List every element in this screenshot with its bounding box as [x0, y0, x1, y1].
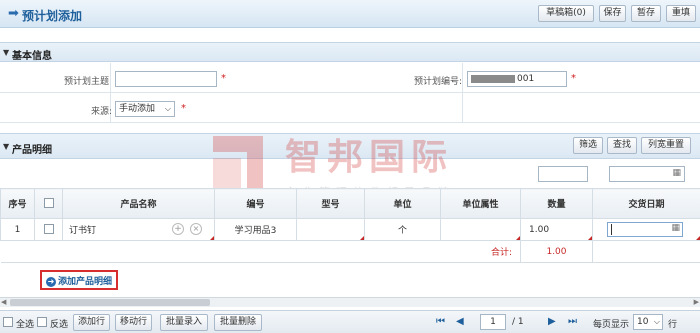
- chevron-down-icon: ⌵: [164, 104, 171, 113]
- arrow-right-icon: ➡: [8, 6, 19, 21]
- chevron-down-icon: ⌵: [653, 317, 660, 326]
- page-total: / 1: [512, 317, 524, 327]
- table-header-row: 序号 产品名称 编号 型号 单位 单位属性 数量 交货日期: [0, 188, 700, 219]
- first-page-icon[interactable]: ⏮: [436, 316, 445, 327]
- drafts-button[interactable]: 草稿箱(0): [538, 5, 594, 22]
- date-filter-input[interactable]: ▦: [609, 166, 685, 182]
- row-date-input[interactable]: ▦: [607, 222, 683, 237]
- col-model[interactable]: 型号: [296, 188, 365, 219]
- calendar-icon[interactable]: ▦: [671, 223, 680, 233]
- required-corner-mark: [360, 236, 364, 240]
- temp-save-button[interactable]: 暂存: [631, 5, 661, 22]
- batch-delete-button[interactable]: 批量删除: [214, 314, 262, 331]
- scroll-right-icon[interactable]: ▶: [694, 298, 699, 306]
- add-row-button[interactable]: 添加行: [73, 314, 110, 331]
- scroll-left-icon[interactable]: ◀: [1, 298, 6, 306]
- form-row-source: 来源: 手动添加 ⌵ *: [0, 93, 700, 123]
- row-date-cell[interactable]: ▦: [592, 218, 700, 241]
- add-product-detail-button[interactable]: ➜ 添加产品明细: [40, 270, 119, 290]
- title-bar: ➡ 预计划添加 草稿箱(0) 保存 暂存 重填: [0, 0, 700, 28]
- redacted-block: [471, 74, 515, 83]
- reset-column-width-button[interactable]: 列宽重置: [641, 137, 691, 154]
- row-checkbox-cell[interactable]: [34, 218, 63, 241]
- select-all-footer-checkbox[interactable]: [3, 317, 13, 327]
- number-value: 001: [517, 74, 535, 84]
- find-button[interactable]: 查找: [607, 137, 637, 154]
- collapse-triangle-icon: ▼: [3, 48, 10, 57]
- text-cursor: [611, 224, 612, 235]
- save-button[interactable]: 保存: [599, 5, 626, 22]
- table-row: 1 订书钉 + × 学习用品3 个 1.00 ▦: [0, 218, 700, 241]
- number-input[interactable]: 001: [467, 71, 567, 87]
- invert-label[interactable]: 反选: [50, 317, 68, 330]
- prev-page-icon[interactable]: ◀: [456, 316, 464, 327]
- row-index: 1: [0, 218, 35, 241]
- invert-checkbox[interactable]: [37, 317, 47, 327]
- last-page-icon[interactable]: ⏭: [568, 316, 577, 327]
- add-circle-icon[interactable]: +: [172, 223, 184, 235]
- source-label: 来源:: [90, 107, 112, 117]
- col-unit[interactable]: 单位: [364, 188, 441, 219]
- total-empty-cell: [592, 240, 700, 263]
- row-product-name: 订书钉: [69, 226, 97, 236]
- per-page-label: 每页显示: [593, 320, 630, 330]
- required-corner-mark: [588, 236, 592, 240]
- product-detail-title: 产品明细: [12, 145, 52, 156]
- filter-button[interactable]: 筛选: [573, 137, 603, 154]
- row-unit[interactable]: 个: [364, 218, 441, 241]
- collapse-triangle-icon: ▼: [3, 142, 10, 151]
- per-page-select[interactable]: 10 ⌵: [633, 314, 663, 330]
- add-product-detail-label: 添加产品明细: [58, 277, 113, 287]
- row-unit-attr[interactable]: [440, 218, 521, 241]
- page-title: 预计划添加: [22, 9, 83, 23]
- table-total-row: 合计: 1.00: [0, 240, 700, 263]
- row-quantity-cell[interactable]: 1.00: [520, 218, 593, 241]
- col-code[interactable]: 编号: [214, 188, 297, 219]
- basic-info-title: 基本信息: [12, 51, 52, 62]
- calendar-icon: ▦: [672, 168, 681, 178]
- col-checkbox[interactable]: [34, 188, 63, 219]
- number-label: 预计划编号:: [413, 77, 462, 87]
- required-marker: *: [571, 73, 576, 84]
- col-index[interactable]: 序号: [0, 188, 35, 219]
- product-table: 序号 产品名称 编号 型号 单位 单位属性 数量 交货日期 1 订书钉 + × …: [0, 188, 700, 263]
- total-label: 合计:: [0, 240, 521, 263]
- required-corner-mark: [210, 236, 214, 240]
- per-page-value: 10: [637, 317, 649, 327]
- quantity-filter-input[interactable]: [538, 166, 588, 182]
- required-marker: *: [221, 73, 226, 84]
- remove-circle-icon[interactable]: ×: [190, 223, 202, 235]
- total-value: 1.00: [520, 240, 593, 263]
- subject-label: 预计划主题:: [63, 77, 112, 87]
- required-marker: *: [181, 103, 186, 114]
- col-unit-attr[interactable]: 单位属性: [440, 188, 521, 219]
- row-quantity: 1.00: [529, 224, 550, 235]
- batch-entry-button[interactable]: 批量录入: [160, 314, 208, 331]
- scrollbar-thumb[interactable]: [10, 299, 210, 306]
- page-number-input[interactable]: 1: [480, 314, 506, 330]
- reset-button[interactable]: 重填: [666, 5, 696, 22]
- next-page-icon[interactable]: ▶: [548, 316, 556, 327]
- source-value: 手动添加: [119, 104, 156, 114]
- arrow-circle-icon: ➜: [46, 277, 56, 287]
- col-quantity[interactable]: 数量: [520, 188, 593, 219]
- required-corner-mark: [516, 236, 520, 240]
- select-all-checkbox[interactable]: [43, 198, 54, 209]
- move-row-button[interactable]: 移动行: [115, 314, 152, 331]
- row-product-name-cell[interactable]: 订书钉 + ×: [62, 218, 215, 241]
- row-code: 学习用品3: [214, 218, 297, 241]
- select-all-label[interactable]: 全选: [16, 317, 34, 330]
- horizontal-scrollbar[interactable]: ◀ ▶: [0, 297, 700, 307]
- basic-info-header[interactable]: ▼ 基本信息: [0, 42, 700, 62]
- row-model: [296, 218, 365, 241]
- form-row-subject: 预计划主题: * 预计划编号: 001 *: [0, 63, 700, 93]
- col-product-name[interactable]: 产品名称: [62, 188, 215, 219]
- source-select[interactable]: 手动添加 ⌵: [115, 101, 175, 117]
- col-delivery-date[interactable]: 交货日期: [592, 188, 700, 219]
- subject-input[interactable]: [115, 71, 217, 87]
- per-page-unit: 行: [668, 320, 678, 330]
- row-checkbox[interactable]: [43, 224, 54, 235]
- required-corner-mark: [696, 236, 700, 240]
- footer-toolbar: 全选 反选 添加行 移动行 批量录入 批量删除 ⏮ ◀ 1 / 1 ▶ ⏭ 每页…: [0, 310, 700, 333]
